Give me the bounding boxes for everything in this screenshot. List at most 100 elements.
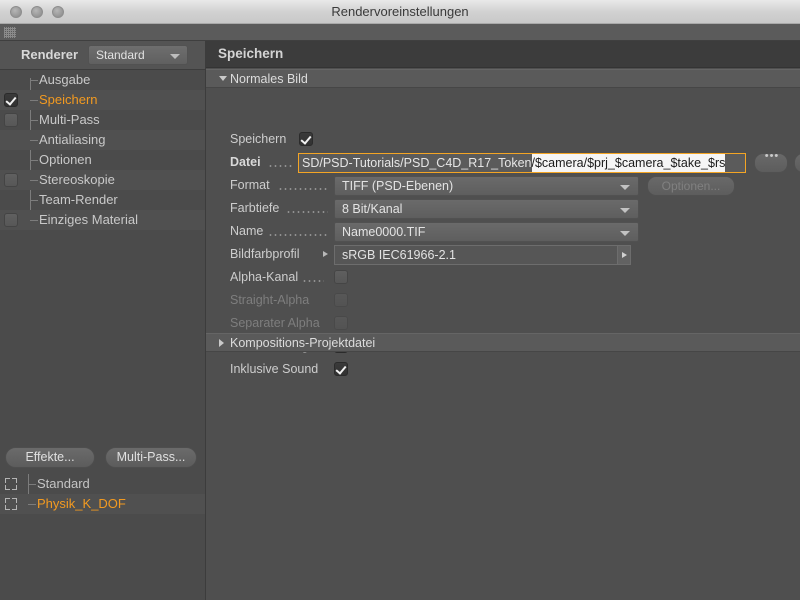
file-path-text: SD/PSD-Tutorials/PSD_C4D_R17_Token	[302, 156, 532, 170]
sidebar-item-stereoskopie[interactable]: Stereoskopie	[0, 170, 205, 190]
color-depth-dropdown[interactable]: 8 Bit/Kanal	[334, 199, 639, 219]
browse-file-button[interactable]	[754, 150, 789, 173]
extra-button[interactable]	[794, 153, 800, 173]
leader-dots	[302, 280, 324, 282]
sidebar-item-optionen[interactable]: Optionen	[0, 150, 205, 170]
drag-grip-icon[interactable]	[4, 27, 16, 38]
format-dropdown[interactable]: TIFF (PSD-Ebenen)	[334, 176, 639, 196]
window-title: Rendervoreinstellungen	[331, 4, 469, 19]
checkbox-straight-alpha	[334, 293, 348, 307]
sidebar-item-label: Multi-Pass	[39, 112, 100, 127]
toolbar-strip	[0, 24, 800, 41]
render-setting-icon	[5, 498, 17, 510]
sidebar-checkbox-multi-pass[interactable]	[4, 113, 18, 127]
row-name: Name Name0000.TIF	[206, 221, 800, 244]
effects-button[interactable]: Effekte...	[5, 447, 95, 468]
color-depth-value: 8 Bit/Kanal	[342, 202, 403, 216]
sidebar-checkbox-einziges-material[interactable]	[4, 213, 18, 227]
sidebar-item-team-render[interactable]: Team-Render	[0, 190, 205, 210]
label-bildfarbprofil: Bildfarbprofil	[230, 247, 300, 261]
tree-branch-icon	[30, 120, 38, 121]
row-bildfarbprofil: Bildfarbprofil sRGB IEC61966-2.1	[206, 244, 800, 267]
label-speichern: Speichern	[230, 132, 287, 146]
tree-branch-icon	[30, 140, 38, 141]
sidebar-checkbox-stereoskopie[interactable]	[4, 173, 18, 187]
renderer-dropdown[interactable]: Standard	[88, 45, 188, 65]
settings-panel: Speichern Normales Bild Speichern Datei …	[205, 41, 800, 600]
label-separater-alpha: Separater Alpha	[230, 316, 320, 330]
label-alpha-kanal: Alpha-Kanal	[230, 270, 299, 284]
render-settings-window: Rendervoreinstellungen Renderer Standard…	[0, 0, 800, 600]
chevron-down-icon	[219, 76, 227, 81]
chevron-down-icon	[170, 54, 180, 59]
preset-item-standard[interactable]: Standard	[0, 474, 205, 494]
tree-branch-icon	[30, 220, 38, 221]
renderer-bar: Renderer Standard	[0, 41, 205, 70]
settings-tree: Ausgabe Speichern Multi-Pass Antialiasin…	[0, 70, 205, 442]
row-format: Format TIFF (PSD-Ebenen) Optionen...	[206, 175, 800, 198]
label-datei: Datei	[230, 155, 261, 169]
checkbox-inklusive-sound[interactable]	[334, 362, 348, 376]
sidebar-item-label: Antialiasing	[39, 132, 106, 147]
color-profile-field[interactable]: sRGB IEC61966-2.1	[334, 245, 631, 265]
preset-item-label: Physik_K_DOF	[37, 496, 126, 511]
checkbox-alpha-kanal[interactable]	[334, 270, 348, 284]
sidebar-item-label: Team-Render	[39, 192, 118, 207]
sidebar-checkbox-speichern[interactable]	[4, 93, 18, 107]
row-speichern: Speichern	[206, 129, 800, 152]
leader-dots	[278, 188, 328, 190]
sidebar-item-multi-pass[interactable]: Multi-Pass	[0, 110, 205, 130]
file-path-selected-text: /$camera/$prj_$camera_$take_$rs	[531, 154, 726, 172]
sidebar-item-speichern[interactable]: Speichern	[0, 90, 205, 110]
row-alpha-kanal: Alpha-Kanal	[206, 267, 800, 290]
chevron-right-icon	[219, 339, 224, 347]
leader-dots	[268, 165, 294, 167]
row-straight-alpha: Straight-Alpha	[206, 290, 800, 313]
label-farbtiefe: Farbtiefe	[230, 201, 280, 215]
chevron-down-icon	[620, 231, 630, 236]
window-titlebar: Rendervoreinstellungen	[0, 0, 800, 24]
render-setting-icon	[5, 478, 17, 490]
panel-header: Speichern	[206, 41, 800, 68]
sidebar-item-label: Ausgabe	[39, 72, 91, 87]
color-profile-value: sRGB IEC61966-2.1	[342, 248, 456, 262]
label-straight-alpha: Straight-Alpha	[230, 293, 310, 307]
multipass-button[interactable]: Multi-Pass...	[105, 447, 197, 468]
arrow-right-icon[interactable]	[323, 251, 328, 257]
name-scheme-value: Name0000.TIF	[342, 225, 426, 239]
preset-item-physik-k-dof[interactable]: Physik_K_DOF	[0, 494, 205, 514]
checkbox-separater-alpha	[334, 316, 348, 330]
tree-branch-icon	[30, 100, 38, 101]
sidebar-item-ausgabe[interactable]: Ausgabe	[0, 70, 205, 90]
sidebar-item-label: Optionen	[39, 152, 92, 167]
tree-branch-icon	[28, 504, 36, 505]
sidebar-item-label: Speichern	[39, 92, 98, 107]
chevron-down-icon	[620, 208, 630, 213]
file-path-input[interactable]: SD/PSD-Tutorials/PSD_C4D_R17_Token/$came…	[298, 153, 746, 173]
checkbox-speichern[interactable]	[299, 132, 313, 146]
leader-dots	[286, 211, 328, 213]
renderer-label: Renderer	[21, 47, 79, 62]
label-name: Name	[230, 224, 264, 238]
chevron-down-icon	[620, 185, 630, 190]
label-format: Format	[230, 178, 270, 192]
name-scheme-dropdown[interactable]: Name0000.TIF	[334, 222, 639, 242]
tree-branch-icon	[30, 160, 38, 161]
sidebar-item-antialiasing[interactable]: Antialiasing	[0, 130, 205, 150]
format-options-button[interactable]: Optionen...	[647, 176, 735, 196]
group-header-normales-bild[interactable]: Normales Bild	[206, 69, 800, 88]
tree-branch-icon	[30, 180, 38, 181]
group-header-kompositions-projektdatei[interactable]: Kompositions-Projektdatei	[206, 333, 800, 352]
format-value: TIFF (PSD-Ebenen)	[342, 179, 454, 193]
row-datei: Datei SD/PSD-Tutorials/PSD_C4D_R17_Token…	[206, 150, 800, 175]
row-farbtiefe: Farbtiefe 8 Bit/Kanal	[206, 198, 800, 221]
group-header-label: Kompositions-Projektdatei	[230, 336, 376, 350]
sidebar-item-einziges-material[interactable]: Einziges Material	[0, 210, 205, 230]
row-inklusive-sound: Inklusive Sound	[206, 359, 800, 382]
preset-item-label: Standard	[37, 476, 90, 491]
sidebar-item-label: Stereoskopie	[39, 172, 115, 187]
arrow-right-icon[interactable]	[617, 246, 630, 264]
sidebar-button-row: Effekte... Multi-Pass...	[0, 442, 205, 474]
group-header-label: Normales Bild	[230, 72, 308, 86]
tree-branch-icon	[30, 80, 38, 81]
